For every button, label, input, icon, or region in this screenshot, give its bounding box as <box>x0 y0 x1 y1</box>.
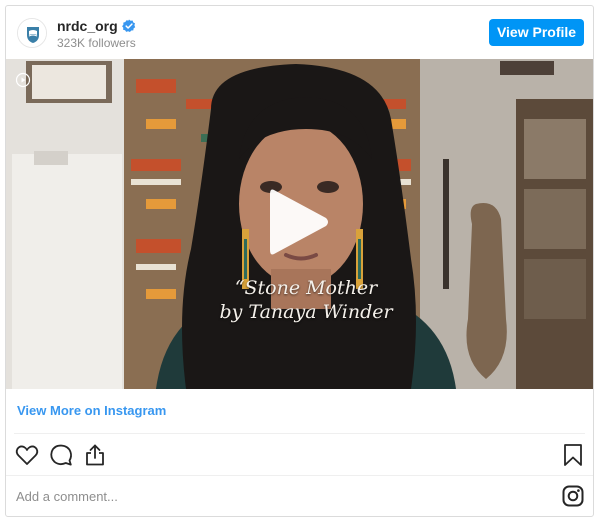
video-overlay-title: “Stone Mother by Tanaya Winder <box>206 276 406 324</box>
video-player[interactable]: “Stone Mother by Tanaya Winder <box>6 59 593 389</box>
action-bar <box>6 438 593 472</box>
comment-icon <box>50 444 72 466</box>
username-row: nrdc_org <box>57 17 136 35</box>
share-icon <box>86 444 104 466</box>
view-profile-button[interactable]: View Profile <box>489 19 584 46</box>
username[interactable]: nrdc_org <box>57 18 118 34</box>
divider <box>6 475 593 476</box>
play-icon[interactable] <box>268 188 330 256</box>
instagram-logo-button[interactable] <box>562 485 584 507</box>
instagram-icon <box>562 485 584 507</box>
post-header: nrdc_org 323K followers View Profile <box>6 6 593 59</box>
bookmark-icon <box>564 444 582 466</box>
save-button[interactable] <box>560 442 586 468</box>
overlay-title-line2: by Tanaya Winder <box>219 301 393 323</box>
divider <box>14 433 585 434</box>
heart-icon <box>15 445 39 465</box>
instagram-embed-card: nrdc_org 323K followers View Profile “St… <box>5 5 594 517</box>
follower-count: 323K followers <box>57 36 136 50</box>
view-more-link[interactable]: View More on Instagram <box>17 403 166 418</box>
verified-badge-icon <box>121 19 135 32</box>
share-button[interactable] <box>82 442 108 468</box>
comment-button[interactable] <box>48 442 74 468</box>
avatar[interactable] <box>17 18 47 48</box>
comment-input[interactable] <box>16 484 536 508</box>
reel-icon <box>15 72 31 88</box>
nrdc-logo-icon <box>18 19 46 47</box>
overlay-title-line1: “Stone Mother <box>234 277 378 299</box>
like-button[interactable] <box>14 442 40 468</box>
